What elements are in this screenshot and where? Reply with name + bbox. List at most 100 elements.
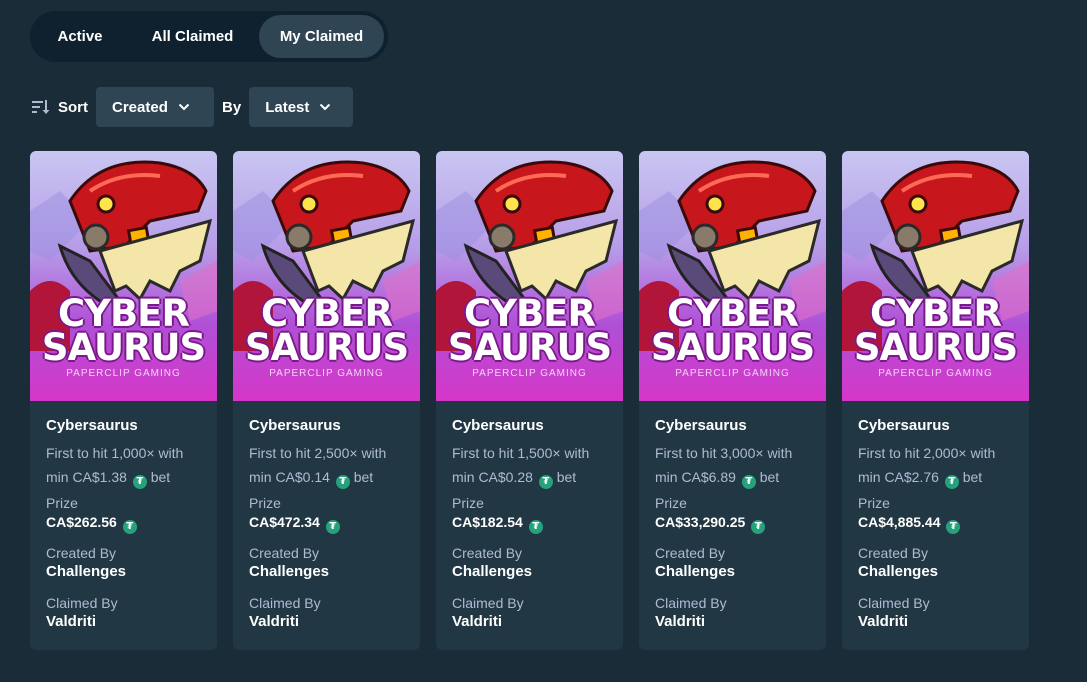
- card-info: Cybersaurus First to hit 1,000× with min…: [30, 401, 217, 632]
- tether-coin-icon: ₮: [132, 475, 147, 489]
- claimed-by-label: Claimed By: [249, 595, 321, 611]
- bet-suffix: bet: [150, 469, 171, 485]
- game-thumbnail[interactable]: CYBER SAURUS PAPERCLIP GAMING: [30, 151, 217, 401]
- challenge-card-list: CYBER SAURUS PAPERCLIP GAMING Cybersauru…: [30, 151, 1045, 650]
- tether-coin-icon: ₮: [528, 520, 543, 534]
- challenge-card[interactable]: CYBER SAURUS PAPERCLIP GAMING Cybersauru…: [842, 151, 1029, 650]
- bet-suffix: bet: [759, 469, 780, 485]
- claimed-by-user[interactable]: Valdriti: [46, 612, 201, 632]
- sort-order-value: Latest: [265, 98, 310, 116]
- prize-value: CA$4,885.44: [858, 514, 941, 530]
- created-by-value: Challenges: [46, 563, 127, 580]
- tether-coin-icon: ₮: [325, 520, 340, 534]
- prize-amount: CA$182.54 ₮: [452, 512, 607, 534]
- challenge-card[interactable]: CYBER SAURUS PAPERCLIP GAMING Cybersauru…: [436, 151, 623, 650]
- game-logo-line2: SAURUS: [650, 326, 815, 369]
- min-bet-amount: min CA$6.89: [655, 469, 736, 485]
- created-by-value: Challenges: [452, 563, 533, 580]
- prize-amount: CA$33,290.25 ₮: [655, 512, 810, 534]
- card-info: Cybersaurus First to hit 2,500× with min…: [233, 401, 420, 632]
- prize-amount: CA$472.34 ₮: [249, 512, 404, 534]
- game-title[interactable]: Cybersaurus: [452, 417, 607, 441]
- challenge-min-bet-line: min CA$1.38 ₮ bet: [46, 465, 201, 489]
- game-studio-label: PAPERCLIP GAMING: [472, 368, 587, 379]
- tether-coin-icon: ₮: [741, 475, 756, 489]
- card-info: Cybersaurus First to hit 1,500× with min…: [436, 401, 623, 632]
- game-thumbnail[interactable]: CYBER SAURUS PAPERCLIP GAMING: [639, 151, 826, 401]
- tether-coin-icon: ₮: [751, 520, 766, 534]
- prize-amount: CA$4,885.44 ₮: [858, 512, 1013, 534]
- claim-filter-tabs: Active All Claimed My Claimed: [30, 11, 388, 62]
- game-studio-label: PAPERCLIP GAMING: [66, 368, 181, 379]
- tether-coin-icon: ₮: [944, 475, 959, 489]
- created-by-value: Challenges: [249, 563, 330, 580]
- created-by-label: Created By: [858, 545, 929, 561]
- card-info: Cybersaurus First to hit 2,000× with min…: [842, 401, 1029, 632]
- prize-label: Prize: [858, 495, 890, 511]
- tether-coin-icon: ₮: [946, 520, 961, 534]
- claimed-by-label: Claimed By: [655, 595, 727, 611]
- min-bet-amount: min CA$0.28: [452, 469, 533, 485]
- claimed-by-user[interactable]: Valdriti: [452, 612, 607, 632]
- challenge-min-bet-line: min CA$0.14 ₮ bet: [249, 465, 404, 489]
- challenge-description-line: First to hit 2,500× with: [249, 445, 387, 461]
- challenge-card[interactable]: CYBER SAURUS PAPERCLIP GAMING Cybersauru…: [30, 151, 217, 650]
- game-title[interactable]: Cybersaurus: [249, 417, 404, 441]
- prize-label: Prize: [655, 495, 687, 511]
- created-by-value: Challenges: [858, 563, 939, 580]
- game-studio-label: PAPERCLIP GAMING: [675, 368, 790, 379]
- challenge-min-bet-line: min CA$6.89 ₮ bet: [655, 465, 810, 489]
- prize-amount: CA$262.56 ₮: [46, 512, 201, 534]
- challenge-card[interactable]: CYBER SAURUS PAPERCLIP GAMING Cybersauru…: [639, 151, 826, 650]
- bet-suffix: bet: [556, 469, 577, 485]
- created-by-value: Challenges: [655, 563, 736, 580]
- sort-order-dropdown[interactable]: Latest: [249, 87, 354, 127]
- created-by-label: Created By: [249, 545, 320, 561]
- by-label: By: [222, 98, 242, 116]
- bet-suffix: bet: [353, 469, 374, 485]
- game-logo-line2: SAURUS: [853, 326, 1018, 369]
- sort-bar: Sort Created By Latest: [30, 87, 354, 127]
- sort-icon: [32, 100, 50, 114]
- tab-my-claimed[interactable]: My Claimed: [259, 15, 384, 58]
- created-by-label: Created By: [655, 545, 726, 561]
- challenge-description-line: First to hit 1,000× with: [46, 445, 184, 461]
- claimed-by-label: Claimed By: [46, 595, 118, 611]
- card-info: Cybersaurus First to hit 3,000× with min…: [639, 401, 826, 632]
- game-studio-label: PAPERCLIP GAMING: [878, 368, 993, 379]
- game-logo-line2: SAURUS: [41, 326, 206, 369]
- tab-active[interactable]: Active: [34, 15, 126, 58]
- prize-label: Prize: [452, 495, 484, 511]
- game-thumbnail[interactable]: CYBER SAURUS PAPERCLIP GAMING: [842, 151, 1029, 401]
- prize-value: CA$262.56: [46, 514, 117, 530]
- challenge-card[interactable]: CYBER SAURUS PAPERCLIP GAMING Cybersauru…: [233, 151, 420, 650]
- claimed-by-user[interactable]: Valdriti: [249, 612, 404, 632]
- game-thumbnail[interactable]: CYBER SAURUS PAPERCLIP GAMING: [233, 151, 420, 401]
- tether-coin-icon: ₮: [335, 475, 350, 489]
- tab-all-claimed[interactable]: All Claimed: [126, 15, 259, 58]
- sort-field-value: Created: [112, 98, 168, 116]
- game-title[interactable]: Cybersaurus: [46, 417, 201, 441]
- claimed-by-label: Claimed By: [858, 595, 930, 611]
- challenge-min-bet-line: min CA$2.76 ₮ bet: [858, 465, 1013, 489]
- game-thumbnail[interactable]: CYBER SAURUS PAPERCLIP GAMING: [436, 151, 623, 401]
- tether-coin-icon: ₮: [122, 520, 137, 534]
- challenge-description-line: First to hit 3,000× with: [655, 445, 793, 461]
- claimed-by-user[interactable]: Valdriti: [858, 612, 1013, 632]
- claimed-by-user[interactable]: Valdriti: [655, 612, 810, 632]
- prize-label: Prize: [249, 495, 281, 511]
- game-studio-label: PAPERCLIP GAMING: [269, 368, 384, 379]
- game-logo-line2: SAURUS: [244, 326, 409, 369]
- game-title[interactable]: Cybersaurus: [655, 417, 810, 441]
- sort-field-dropdown[interactable]: Created: [96, 87, 214, 127]
- created-by-label: Created By: [46, 545, 117, 561]
- prize-label: Prize: [46, 495, 78, 511]
- prize-value: CA$182.54: [452, 514, 523, 530]
- min-bet-amount: min CA$0.14: [249, 469, 330, 485]
- game-title[interactable]: Cybersaurus: [858, 417, 1013, 441]
- prize-value: CA$33,290.25: [655, 514, 746, 530]
- chevron-down-icon: [320, 103, 331, 111]
- min-bet-amount: min CA$1.38: [46, 469, 127, 485]
- claimed-by-label: Claimed By: [452, 595, 524, 611]
- created-by-label: Created By: [452, 545, 523, 561]
